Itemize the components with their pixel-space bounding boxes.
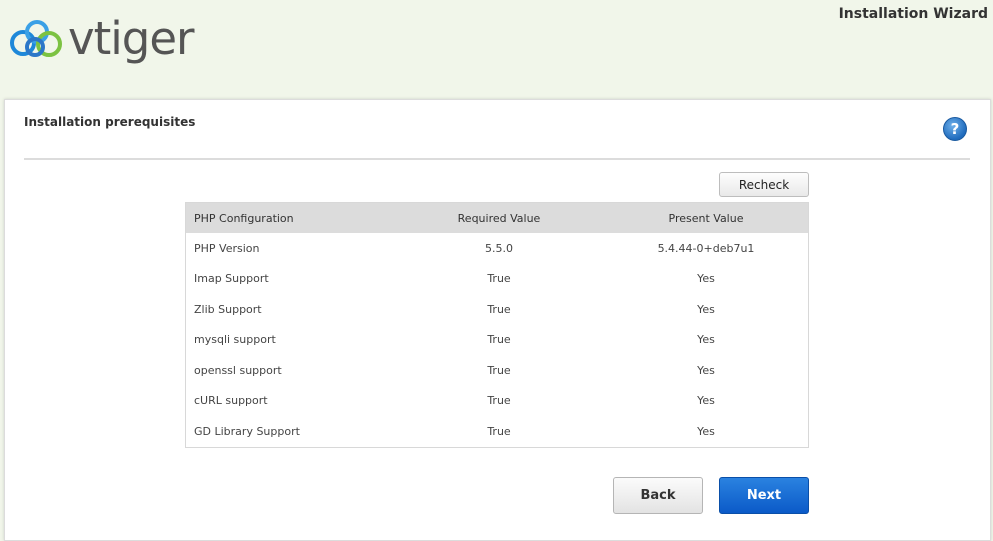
present-value: 5.4.44-0+deb7u1: [657, 241, 755, 255]
table-row: Imap Support True Yes: [186, 264, 809, 295]
column-header-php-configuration: PHP Configuration: [185, 202, 394, 233]
logo-text: vtiger: [68, 12, 195, 65]
present-value: Yes: [697, 424, 715, 438]
required-value: True: [487, 394, 511, 408]
table-row: cURL support True Yes: [186, 386, 809, 417]
wizard-title: Installation Wizard: [838, 6, 988, 22]
required-value: 5.5.0: [485, 241, 513, 255]
required-value: True: [487, 333, 511, 347]
divider: [24, 158, 970, 160]
recheck-button[interactable]: Recheck: [719, 172, 809, 197]
vtiger-logo: vtiger: [7, 12, 195, 65]
present-value: Yes: [697, 363, 715, 377]
panel-title: Installation prerequisites: [24, 115, 196, 129]
column-header-present-value: Present Value: [604, 202, 809, 233]
present-value: Yes: [697, 333, 715, 347]
setting-name: openssl support: [194, 363, 282, 377]
column-header-required-value: Required Value: [394, 202, 604, 233]
question-circle-icon[interactable]: ?: [943, 117, 967, 141]
setting-name: GD Library Support: [194, 424, 300, 438]
required-value: True: [487, 302, 511, 316]
setting-name: Imap Support: [194, 272, 269, 286]
required-value: True: [487, 363, 511, 377]
prerequisites-panel: Installation prerequisites ? Recheck PHP…: [4, 99, 991, 541]
setting-name: cURL support: [194, 394, 268, 408]
table-header-row: PHP Configuration Required Value Present…: [185, 202, 809, 233]
table-row: Zlib Support True Yes: [186, 294, 809, 325]
required-value: True: [487, 272, 511, 286]
setting-name: PHP Version: [194, 241, 260, 255]
present-value: Yes: [697, 394, 715, 408]
present-value: Yes: [697, 302, 715, 316]
prerequisites-table: PHP Configuration Required Value Present…: [185, 202, 809, 448]
vtiger-cloud-logo-icon: [10, 19, 62, 57]
required-value: True: [487, 424, 511, 438]
table-row: openssl support True Yes: [186, 355, 809, 386]
setting-name: Zlib Support: [194, 302, 262, 316]
table-row: mysqli support True Yes: [186, 325, 809, 356]
present-value: Yes: [697, 272, 715, 286]
table-row: GD Library Support True Yes: [186, 416, 809, 447]
setting-name: mysqli support: [194, 333, 276, 347]
next-button[interactable]: Next: [719, 477, 809, 514]
table-row: PHP Version 5.5.0 5.4.44-0+deb7u1: [186, 233, 809, 264]
back-button[interactable]: Back: [613, 477, 703, 514]
